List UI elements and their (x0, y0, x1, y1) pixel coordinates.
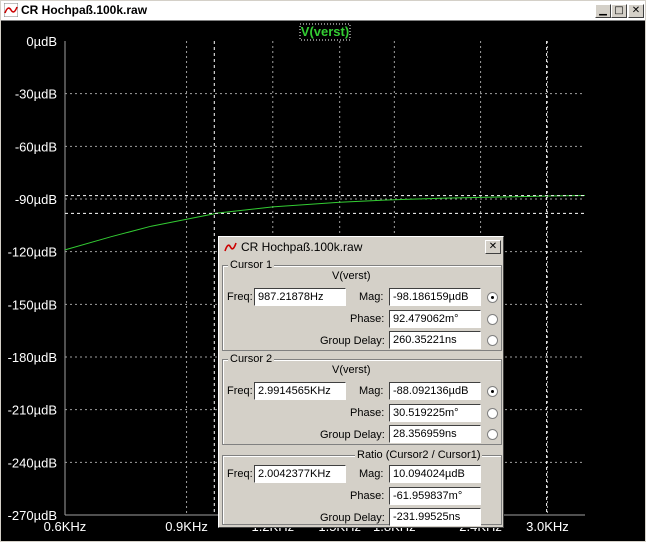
y-tick-label: -120µdB (8, 245, 57, 260)
x-tick-label: 3.0KHz (526, 519, 569, 534)
y-tick-label: -90µdB (15, 192, 57, 207)
dialog-title: CR Hochpaß.100k.raw (241, 240, 363, 254)
cursor1-mag-field[interactable]: -98.186159µdB (389, 288, 481, 306)
cursor2-group-label: Cursor 2 (228, 353, 275, 365)
close-icon: ✕ (631, 5, 641, 16)
y-tick-label: 0µdB (26, 34, 57, 49)
dialog-close-button[interactable]: ✕ (485, 240, 501, 254)
cursor2-mag-field[interactable]: -88.092136µdB (389, 382, 481, 400)
close-icon: ✕ (488, 241, 498, 252)
cursor1-phase-field[interactable]: 92.479062m° (389, 310, 481, 328)
cursor2-mag-radio[interactable] (487, 386, 498, 397)
ratio-freq-label: Freq: (227, 468, 253, 480)
ratio-gd-label: Group Delay: (320, 512, 385, 524)
cursor2-trace-name: V(verst) (332, 364, 371, 376)
waveform-app-icon (224, 242, 237, 252)
cursor1-gd-label: Group Delay: (320, 335, 385, 347)
cursor2-phase-radio[interactable] (487, 408, 498, 419)
cursor1-freq-field[interactable]: 987.21878Hz (254, 288, 346, 306)
close-button[interactable]: ✕ (628, 4, 644, 18)
ratio-mag-label: Mag: (359, 468, 384, 480)
dialog-title-bar[interactable]: CR Hochpaß.100k.raw ✕ (220, 238, 502, 256)
cursor2-freq-label: Freq: (227, 385, 253, 397)
ratio-group-label: Ratio (Cursor2 / Cursor1) (355, 449, 483, 461)
cursor2-gd-radio[interactable] (487, 429, 498, 440)
cursor2-mag-label: Mag: (359, 385, 384, 397)
y-tick-label: -240µdB (8, 455, 57, 470)
cursor1-phase-radio[interactable] (487, 314, 498, 325)
app-window: CR Hochpaß.100k.raw ▁ □ ✕ 0.6KHz0.9KHz1.… (0, 0, 646, 542)
cursor1-group-label: Cursor 1 (228, 259, 275, 271)
ratio-mag-field[interactable]: 10.094024µdB (389, 465, 481, 483)
ratio-phase-field[interactable]: -61.959837m° (389, 487, 481, 505)
maximize-icon: □ (614, 5, 624, 16)
cursor2-freq-field[interactable]: 2.9914565KHz (254, 382, 346, 400)
y-tick-label: -210µdB (8, 403, 57, 418)
cursor1-freq-label: Freq: (227, 291, 253, 303)
y-tick-label: -60µdB (15, 139, 57, 154)
maximize-button[interactable]: □ (611, 4, 627, 18)
y-tick-label: -180µdB (8, 350, 57, 365)
y-tick-label: -150µdB (8, 297, 57, 312)
window-title: CR Hochpaß.100k.raw (21, 3, 148, 17)
cursor1-gd-field[interactable]: 260.35221ns (389, 331, 481, 349)
cursor1-trace-name: V(verst) (332, 270, 371, 282)
waveform-app-icon (4, 3, 18, 17)
cursor2-phase-field[interactable]: 30.519225m° (389, 404, 481, 422)
cursor1-phase-label: Phase: (350, 313, 385, 325)
cursor1-mag-radio[interactable] (487, 292, 498, 303)
minimize-button[interactable]: ▁ (595, 4, 611, 18)
ratio-gd-field[interactable]: -231.99525ns (389, 508, 481, 526)
title-bar: CR Hochpaß.100k.raw ▁ □ ✕ (1, 1, 645, 21)
x-tick-label: 0.9KHz (165, 519, 208, 534)
cursor-dialog: CR Hochpaß.100k.raw ✕ Cursor 1 V(verst) … (218, 236, 504, 528)
cursor2-gd-field[interactable]: 28.356959ns (389, 425, 481, 443)
cursor1-mag-label: Mag: (359, 291, 384, 303)
y-tick-label: -270µdB (8, 508, 57, 523)
trace-label: V(verst) (301, 24, 349, 39)
y-tick-label: -30µdB (15, 87, 57, 102)
ratio-phase-label: Phase: (350, 490, 385, 502)
cursor2-phase-label: Phase: (350, 407, 385, 419)
minimize-icon: ▁ (599, 5, 607, 16)
cursor2-gd-label: Group Delay: (320, 429, 385, 441)
cursor1-gd-radio[interactable] (487, 335, 498, 346)
ratio-freq-field[interactable]: 2.0042377KHz (254, 465, 346, 483)
